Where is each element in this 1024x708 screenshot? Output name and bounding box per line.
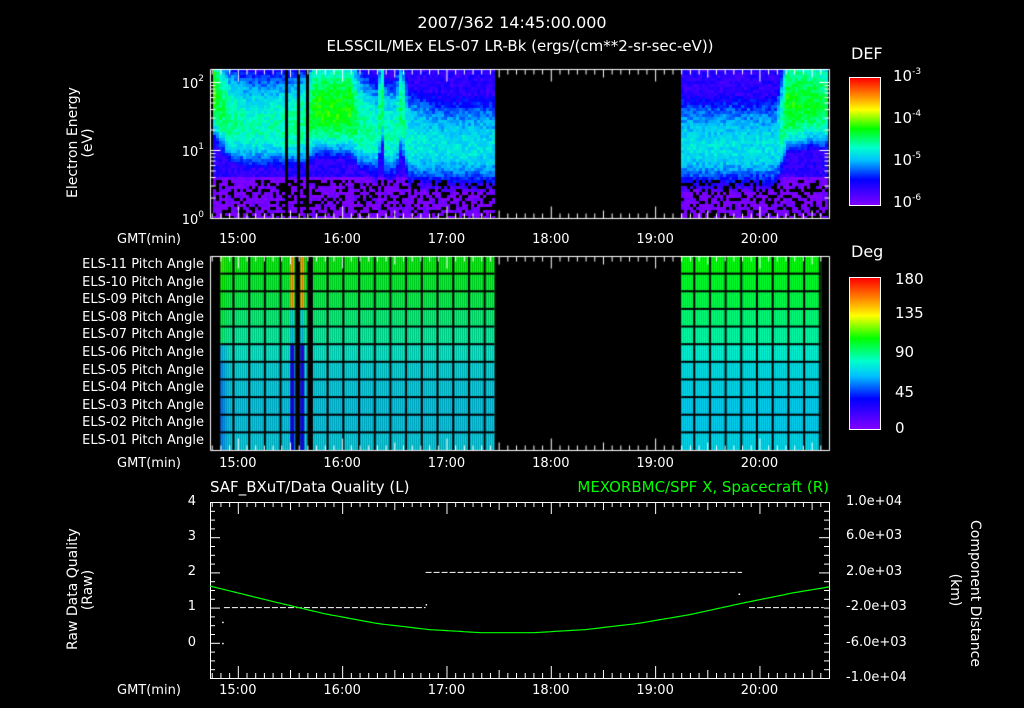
- time-tick-label: 17:00: [427, 683, 466, 698]
- time-tick-label: 18:00: [532, 683, 570, 698]
- quality-point: [222, 642, 224, 645]
- time-axis-label: GMT(min): [117, 683, 181, 698]
- quality-point: [425, 604, 428, 606]
- quality-distance-plot: [209, 502, 830, 679]
- time-tick-label: 16:00: [323, 683, 361, 698]
- spacecraft-x-line: [209, 585, 830, 634]
- quality-point: [222, 621, 224, 624]
- time-tick-label: 15:00: [219, 683, 257, 698]
- plot-frame: [210, 502, 830, 679]
- time-tick-label: 20:00: [740, 683, 779, 698]
- time-tick-label: 19:00: [636, 683, 674, 698]
- quality-point: [738, 593, 741, 596]
